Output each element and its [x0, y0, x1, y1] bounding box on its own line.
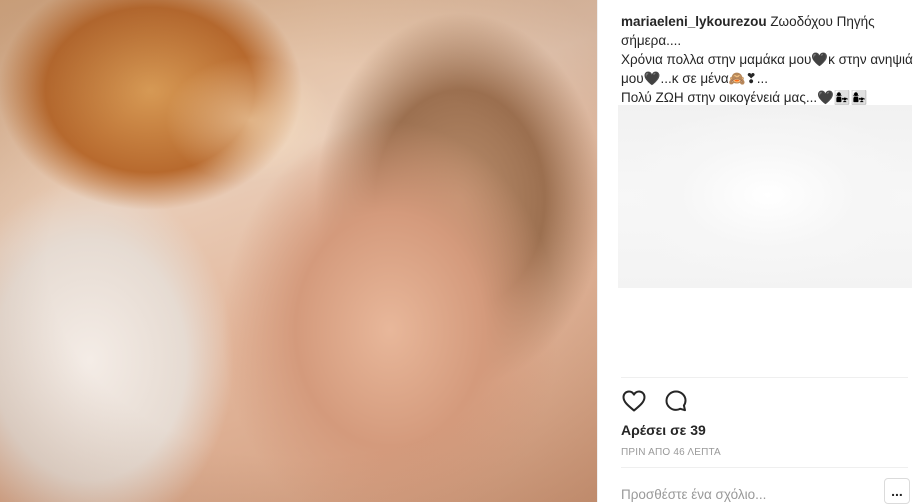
comment-input[interactable] — [621, 485, 871, 503]
post-side-panel: mariaeleni_lykourezou Ζωοδόχου Πηγής σήμ… — [597, 0, 915, 504]
heart-outline-icon[interactable] — [621, 388, 647, 414]
more-options-button[interactable]: ... — [884, 478, 910, 504]
photo-vignette — [0, 0, 597, 502]
post-caption: mariaeleni_lykourezou Ζωοδόχου Πηγής σήμ… — [621, 12, 913, 107]
divider-bottom — [621, 467, 908, 468]
post-timestamp: ΠΡΙΝ ΑΠΟ 46 ΛΕΠΤΑ — [621, 447, 721, 458]
caption-first-line: mariaeleni_lykourezou Ζωοδόχου Πηγής σήμ… — [621, 12, 913, 50]
blurred-content-area — [618, 105, 912, 288]
divider-top — [621, 377, 908, 378]
post-actions — [621, 388, 689, 414]
username-link[interactable]: mariaeleni_lykourezou — [621, 14, 767, 29]
likes-count[interactable]: Αρέσει σε 39 — [621, 422, 706, 438]
post-photo — [0, 0, 597, 502]
comment-bubble-icon[interactable] — [663, 388, 689, 414]
caption-text-2: Χρόνια πολλα στην μαμάκα μου🖤κ στην ανηψ… — [621, 52, 913, 86]
